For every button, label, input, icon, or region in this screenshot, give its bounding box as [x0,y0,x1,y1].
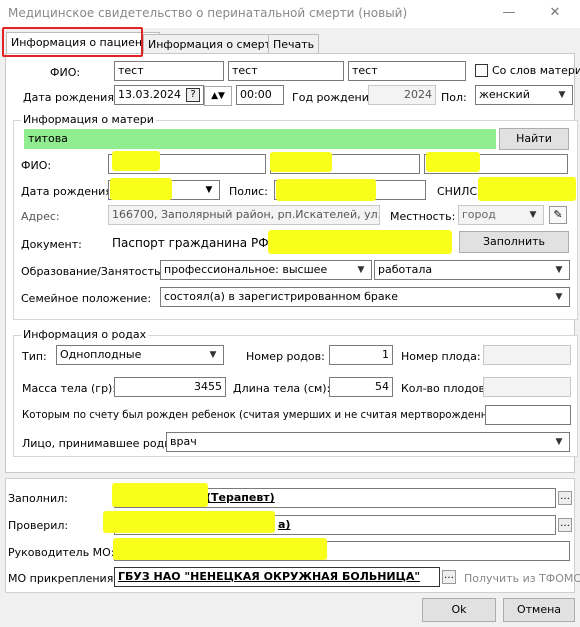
filled-value: (Терапевт) [206,491,275,504]
education-select[interactable]: профессиональное: высшее ▼ [160,260,372,280]
tab-print[interactable]: Печать [268,34,320,54]
employment-select[interactable]: работала ▼ [374,260,570,280]
sex-select[interactable]: женский ▼ [475,85,573,105]
fetus-count-label: Кол-во плодов: [401,382,489,395]
redaction-mark [113,538,327,560]
type-select[interactable]: Одноплодные ▼ [56,345,224,365]
select-filled-button[interactable]: … [558,491,572,505]
calendar-dropdown-icon[interactable]: ▲▼ [204,86,232,106]
policy-label: Полис: [229,185,268,198]
chevron-down-icon: ▼ [555,265,563,275]
mother-fio-label: ФИО: [21,159,52,172]
type-value: Одноплодные [60,348,142,361]
mo-value: ГБУЗ НАО "НЕНЕЦКАЯ ОКРУЖНАЯ БОЛЬНИЦА" [118,570,421,583]
redaction-mark [103,511,275,533]
weight-input[interactable]: 3455 [114,377,226,397]
chevron-down-icon: ▼ [357,265,365,275]
chevron-down-icon: ▼ [209,350,217,360]
order-label: Которым по счету был рожден ребенок (счи… [22,410,509,421]
tfoms-link[interactable]: Получить из ТФОМС [464,572,580,585]
fetus-no-field [483,345,571,365]
mother-search-input[interactable]: титова [24,129,496,149]
redaction-mark [268,230,452,254]
marital-label: Семейное положение: [21,292,152,305]
middle-name-input[interactable]: тест [348,61,466,81]
length-label: Длина тела (см): [233,382,331,395]
snils-label: СНИЛС: [437,185,481,198]
minimize-icon[interactable]: — [495,3,523,23]
weight-label: Масса тела (гр): [22,382,117,395]
chevron-down-icon: ▼ [555,437,563,447]
find-button[interactable]: Найти [499,128,569,150]
title-bar: Медицинское свидетельство о перинатально… [0,0,580,28]
cancel-button[interactable]: Отмена [503,598,575,622]
birth-no-label: Номер родов: [246,350,325,363]
education-value: профессиональное: высшее [164,263,328,276]
fio-label: ФИО: [50,66,81,79]
birth-group-title: Информация о родах [21,328,149,341]
checked-value: а) [278,518,291,531]
attendant-value: врач [170,435,197,448]
first-name-input[interactable]: тест [228,61,344,81]
select-checked-button[interactable]: … [558,518,572,532]
chevron-down-icon[interactable]: ▼ [203,183,215,197]
fetus-no-label: Номер плода: [401,350,481,363]
ok-button[interactable]: Ok [422,598,496,622]
redaction-mark [110,178,172,200]
marital-select[interactable]: состоял(а) в зарегистрированном браке ▼ [160,287,570,307]
select-mo-button[interactable]: … [442,570,456,584]
locality-select[interactable]: город ▼ [458,205,544,225]
birth-year-label: Год рождения: [292,91,380,104]
locality-value: город [462,208,496,221]
time-input[interactable]: 00:00 [236,85,284,105]
checked-label: Проверил: [8,519,69,532]
mo-label: МО прикрепления: [8,572,118,585]
locality-label: Местность: [390,210,456,223]
tab-death-info[interactable]: Информация о смерти [143,34,284,54]
address-field: 166700, Заполярный район, рп.Искателей, … [108,205,380,225]
employment-value: работала [378,263,433,276]
attendant-label: Лицо, принимавшее роды: [22,437,177,450]
edit-icon[interactable]: ✎ [549,206,567,224]
document-label: Документ: [21,238,82,251]
mother-dob-label: Дата рождения: [21,185,116,198]
head-label: Руководитель МО: [8,546,115,559]
dialog-window: Медицинское свидетельство о перинатально… [0,0,580,627]
last-name-input[interactable]: тест [114,61,224,81]
help-icon[interactable]: ? [186,88,200,102]
sex-label: Пол: [441,91,467,104]
active-tab-highlight [2,27,143,57]
redaction-mark [478,177,576,201]
address-label: Адрес: [21,210,60,223]
sex-value: женский [479,88,530,101]
redaction-mark [426,152,480,172]
mother-group-title: Информация о матери [21,113,156,126]
chevron-down-icon: ▼ [555,292,563,302]
dob-label: Дата рождения: [23,91,118,104]
marital-value: состоял(а) в зарегистрированном браке [164,290,399,303]
redaction-mark [270,152,332,172]
window-title: Медицинское свидетельство о перинатально… [8,6,408,20]
redaction-mark [112,483,208,507]
birth-year-field: 2024 [368,85,436,105]
close-icon[interactable]: ✕ [541,3,569,23]
fill-button[interactable]: Заполнить [459,231,569,253]
redaction-mark [112,151,160,171]
from-mother-words-checkbox[interactable] [475,64,488,77]
chevron-down-icon: ▼ [558,90,566,100]
mo-field: ГБУЗ НАО "НЕНЕЦКАЯ ОКРУЖНАЯ БОЛЬНИЦА" [114,567,440,587]
type-label: Тип: [22,350,47,363]
redaction-mark [276,179,376,201]
education-label: Образование/Занятость: [21,265,165,278]
from-mother-words-label: Со слов матери [492,64,580,77]
fetus-count-field [483,377,571,397]
order-input[interactable] [485,405,571,425]
attendant-select[interactable]: врач ▼ [166,432,570,452]
length-input[interactable]: 54 [329,377,393,397]
filled-label: Заполнил: [8,492,68,505]
chevron-down-icon: ▼ [529,210,537,220]
birth-no-input[interactable]: 1 [329,345,393,365]
